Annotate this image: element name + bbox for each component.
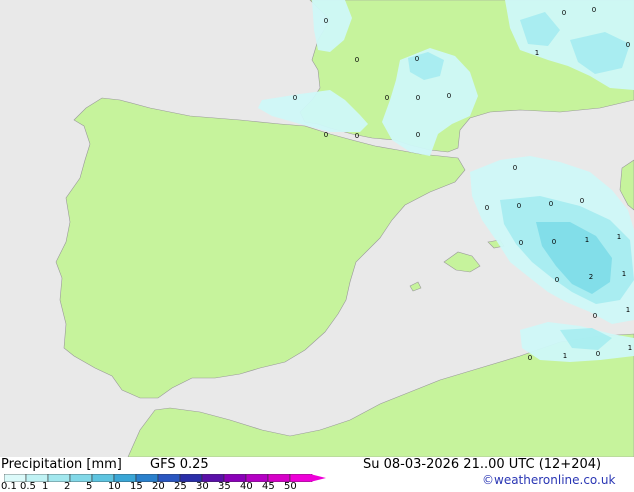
color-scale-tick-label: 0.1 xyxy=(1,481,17,492)
grid-value: 1 xyxy=(585,236,589,244)
grid-value: 0 xyxy=(519,239,523,247)
color-scale-tick-label: 5 xyxy=(86,481,93,492)
grid-value: 0 xyxy=(355,56,359,64)
color-scale-tick-label: 25 xyxy=(174,481,187,492)
grid-value: 0 xyxy=(562,9,566,17)
color-scale-tick-label: 15 xyxy=(130,481,143,492)
color-scale-tick-label: 35 xyxy=(218,481,231,492)
grid-value: 1 xyxy=(628,344,632,352)
grid-value: 1 xyxy=(617,233,621,241)
grid-value: 0 xyxy=(416,94,420,102)
grid-value: 0 xyxy=(528,354,532,362)
color-scale-arrow xyxy=(310,474,326,482)
color-scale-tick-label: 50 xyxy=(284,481,297,492)
grid-value: 0 xyxy=(555,276,559,284)
grid-value: 0 xyxy=(592,6,596,14)
grid-value: 0 xyxy=(416,131,420,139)
grid-value: 0 xyxy=(485,204,489,212)
color-scale-tick-label: 10 xyxy=(108,481,121,492)
grid-value: 0 xyxy=(549,200,553,208)
grid-value: 0 xyxy=(385,94,389,102)
grid-value: 0 xyxy=(580,197,584,205)
grid-value: 1 xyxy=(622,270,626,278)
color-scale-tick-label: 0.5 xyxy=(20,481,36,492)
color-scale xyxy=(4,474,326,482)
color-scale-tick-label: 40 xyxy=(240,481,253,492)
color-scale-tick-label: 30 xyxy=(196,481,209,492)
legend-footer: Precipitation [mm] GFS 0.25 Su 08-03-202… xyxy=(0,457,634,492)
grid-value: 2 xyxy=(589,273,593,281)
color-scale-tick-label: 45 xyxy=(262,481,275,492)
credit-text: ©weatheronline.co.uk xyxy=(482,473,616,487)
grid-value: 0 xyxy=(517,202,521,210)
precipitation-map: 0 0 0 1 0 0 0 0 0 0 0 0 0 0 0 0 0 0 0 1 … xyxy=(0,0,634,457)
color-scale-tick-label: 1 xyxy=(42,481,49,492)
grid-value: 0 xyxy=(447,92,451,100)
grid-value: 0 xyxy=(513,164,517,172)
grid-value: 0 xyxy=(552,238,556,246)
grid-value: 0 xyxy=(596,350,600,358)
grid-value: 1 xyxy=(626,306,630,314)
grid-value: 0 xyxy=(626,41,630,49)
grid-value: 0 xyxy=(593,312,597,320)
color-scale-ticks: 0.1 0.5 1 2 5 10 15 20 25 30 35 40 45 50 xyxy=(0,482,340,492)
grid-value: 0 xyxy=(324,17,328,25)
grid-value: 1 xyxy=(535,49,539,57)
grid-value: 0 xyxy=(415,55,419,63)
color-scale-tick-label: 20 xyxy=(152,481,165,492)
model-name: GFS 0.25 xyxy=(150,457,209,472)
product-title: Precipitation [mm] xyxy=(1,457,122,472)
grid-value: 0 xyxy=(324,131,328,139)
valid-datetime: Su 08-03-2026 21..00 UTC (12+204) xyxy=(363,457,602,472)
grid-value: 0 xyxy=(293,94,297,102)
color-scale-tick-label: 2 xyxy=(64,481,71,492)
grid-value: 0 xyxy=(355,132,359,140)
grid-value: 1 xyxy=(563,352,567,360)
